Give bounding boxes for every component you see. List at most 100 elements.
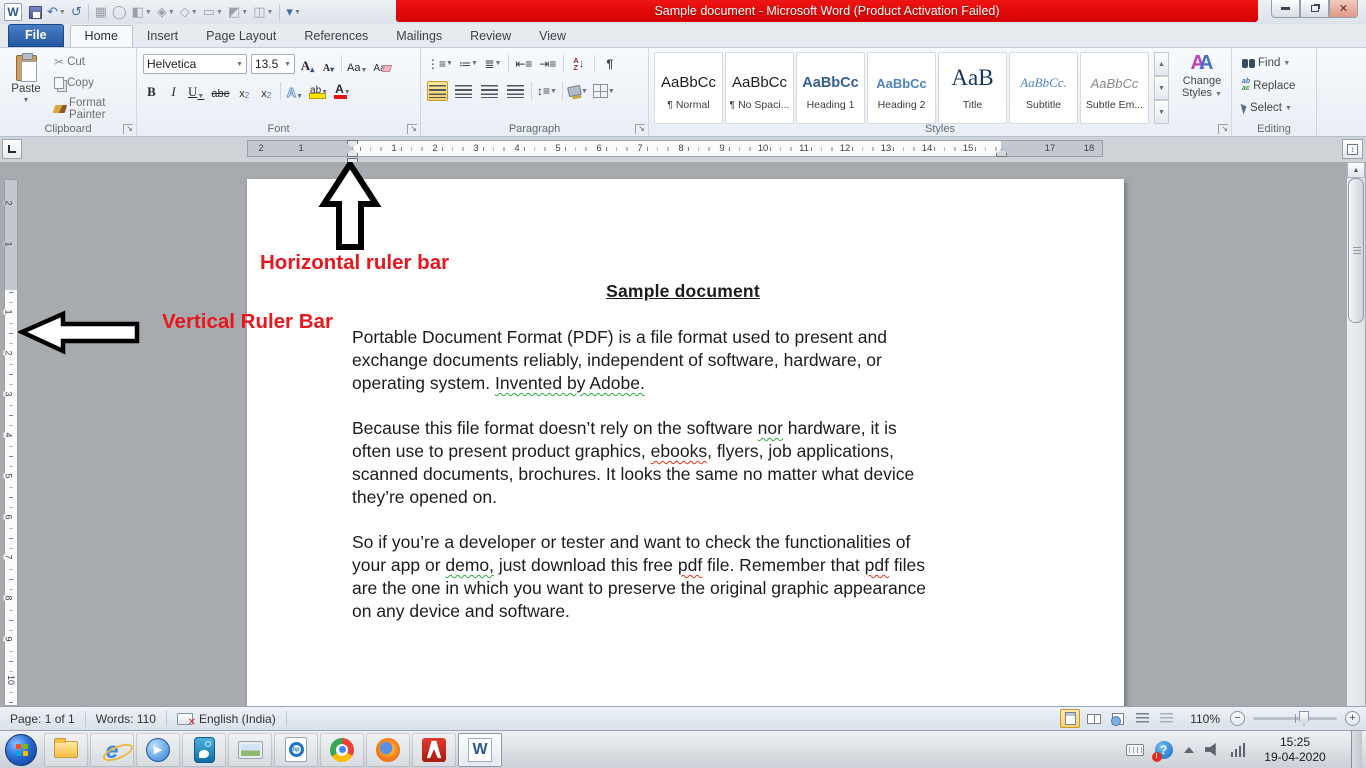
decrease-indent-button[interactable]: ⇤≡ [515, 54, 533, 73]
qat-box-3d-icon[interactable]: ◈▼ [156, 3, 176, 21]
borders-button[interactable]: ▼ [593, 82, 615, 101]
document-text[interactable]: Sample document Portable Document Format… [352, 280, 1014, 645]
close-button[interactable]: ✕ [1329, 0, 1358, 18]
tab-selector[interactable] [2, 139, 22, 159]
bullets-button[interactable]: ⋮≡▼ [427, 54, 453, 73]
tab-mailings[interactable]: Mailings [382, 26, 456, 47]
vertical-scrollbar[interactable]: ▲ [1347, 162, 1365, 706]
subscript-button[interactable]: x2 [236, 81, 253, 100]
strikethrough-button[interactable]: abe [210, 81, 230, 100]
vertical-ruler[interactable]: 2112345678910 [4, 179, 18, 706]
draft-view-button[interactable] [1156, 709, 1176, 728]
zoom-slider-thumb[interactable] [1299, 711, 1309, 726]
tab-insert[interactable]: Insert [133, 26, 192, 47]
style-title[interactable]: AaBTitle [938, 52, 1007, 124]
change-case-button[interactable]: Aa▼ [346, 55, 368, 74]
help-notification-icon[interactable]: ? [1155, 741, 1173, 759]
taskbar-icon-photo[interactable] [228, 733, 272, 767]
taskbar-icon-chrome[interactable] [320, 733, 364, 767]
show-hidden-icons-button[interactable] [1184, 747, 1194, 753]
style-subtitle[interactable]: AaBbCc.Subtitle [1009, 52, 1078, 124]
styles-scroll-down-button[interactable]: ▼ [1154, 76, 1169, 100]
taskbar-icon-fish[interactable] [182, 733, 226, 767]
tab-references[interactable]: References [290, 26, 382, 47]
show-paragraph-marks-button[interactable]: ¶ [601, 54, 619, 73]
bold-button[interactable]: B [143, 81, 160, 100]
select-button[interactable]: Select▼ [1240, 101, 1297, 115]
tab-home[interactable]: Home [70, 25, 133, 47]
tab-review[interactable]: Review [456, 26, 525, 47]
align-center-button[interactable] [453, 81, 474, 101]
align-left-button[interactable] [427, 81, 448, 101]
shrink-font-button[interactable]: A [320, 55, 337, 74]
numbering-button[interactable]: ≔▼ [459, 54, 478, 73]
font-color-button[interactable]: A▼ [334, 81, 352, 100]
tab-file[interactable]: File [8, 24, 64, 47]
cut-button[interactable]: ✂Cut [52, 54, 136, 70]
qat-redo-icon[interactable]: ↺ [70, 3, 83, 21]
view-ruler-toggle-button[interactable]: ↕ [1342, 139, 1363, 159]
clear-formatting-button[interactable]: Aa [372, 55, 390, 74]
scrollbar-thumb[interactable] [1348, 178, 1364, 323]
network-signal-icon[interactable] [1231, 743, 1246, 757]
style--normal[interactable]: AaBbCc¶ Normal [654, 52, 723, 124]
scroll-up-button[interactable]: ▲ [1347, 162, 1365, 178]
qat-polygon-icon[interactable]: ◇▼ [179, 3, 199, 21]
page-count[interactable]: Page: 1 of 1 [0, 707, 85, 730]
format-painter-button[interactable]: Format Painter [52, 96, 136, 122]
superscript-button[interactable]: x2 [258, 81, 275, 100]
copy-button[interactable]: Copy [52, 76, 136, 90]
word-count[interactable]: Words: 110 [86, 707, 166, 730]
zoom-level[interactable]: 110% [1190, 712, 1220, 726]
font-name-combo[interactable]: Helvetica▼ [143, 54, 247, 74]
qat-fill-color-icon[interactable]: ◩▼ [227, 3, 249, 21]
taskbar-icon-folder[interactable] [44, 733, 88, 767]
qat-rectangle-icon[interactable]: ▭▼ [202, 3, 224, 21]
outline-view-button[interactable] [1132, 709, 1152, 728]
word-app-icon[interactable]: W [4, 3, 22, 21]
qat-shapes-icon[interactable]: ◫▼ [252, 3, 274, 21]
replace-button[interactable]: abacReplace [1240, 78, 1297, 93]
text-effects-button[interactable]: A▼ [286, 81, 304, 100]
web-layout-view-button[interactable] [1108, 709, 1128, 728]
minimize-button[interactable] [1271, 0, 1300, 18]
qat-paint-can-icon[interactable]: ◧▼ [131, 3, 153, 21]
sort-button[interactable]: AZ↓ [570, 54, 588, 73]
tab-page-layout[interactable]: Page Layout [192, 26, 290, 47]
zoom-out-button[interactable]: − [1230, 711, 1245, 726]
taskbar-icon-wmp[interactable]: ▶ [136, 733, 180, 767]
styles-expand-button[interactable]: ▼ [1154, 100, 1169, 124]
zoom-in-button[interactable]: + [1345, 711, 1360, 726]
taskbar-icon-firefox[interactable] [366, 733, 410, 767]
style-subtle-em-[interactable]: AaBbCcSubtle Em... [1080, 52, 1149, 124]
qat-more-icon[interactable]: ▾▼ [285, 3, 301, 21]
shading-button[interactable]: ▼ [568, 82, 588, 101]
font-size-combo[interactable]: 13.5▼ [251, 54, 295, 74]
qat-circle-icon[interactable]: ◯ [111, 3, 128, 21]
align-right-button[interactable] [479, 81, 500, 101]
taskbar-icon-word[interactable]: W [458, 733, 502, 767]
volume-icon[interactable] [1205, 743, 1220, 756]
style-heading-1[interactable]: AaBbCcHeading 1 [796, 52, 865, 124]
taskbar-icon-adobe[interactable] [412, 733, 456, 767]
increase-indent-button[interactable]: ⇥≡ [539, 54, 557, 73]
multilevel-list-button[interactable]: ≣▼ [484, 54, 502, 73]
qat-save-icon[interactable] [28, 3, 43, 21]
underline-button[interactable]: U▼ [187, 81, 205, 100]
paste-dropdown-arrow[interactable]: ▼ [23, 97, 30, 104]
qat-table-grid-icon[interactable]: ▦ [94, 3, 108, 21]
style--no-spaci-[interactable]: AaBbCc¶ No Spaci... [725, 52, 794, 124]
text-highlight-button[interactable]: ab▼ [309, 81, 329, 100]
change-styles-button[interactable]: AA Change Styles ▼ [1176, 52, 1228, 128]
taskbar-clock[interactable]: 15:25 19-04-2020 [1256, 735, 1334, 765]
justify-button[interactable] [505, 81, 526, 101]
proofing-status[interactable]: English (India) [167, 707, 286, 730]
taskbar-icon-hp[interactable]: hp [274, 733, 318, 767]
italic-button[interactable]: I [165, 81, 182, 100]
paste-button[interactable]: Paste ▼ [5, 52, 47, 128]
tab-view[interactable]: View [525, 26, 580, 47]
grow-font-button[interactable]: A [299, 55, 316, 74]
styles-scroll-up-button[interactable]: ▲ [1154, 52, 1169, 76]
clipboard-dialog-launcher[interactable]: ↘ [123, 124, 133, 134]
qat-undo-icon[interactable]: ↶▼ [46, 3, 67, 21]
